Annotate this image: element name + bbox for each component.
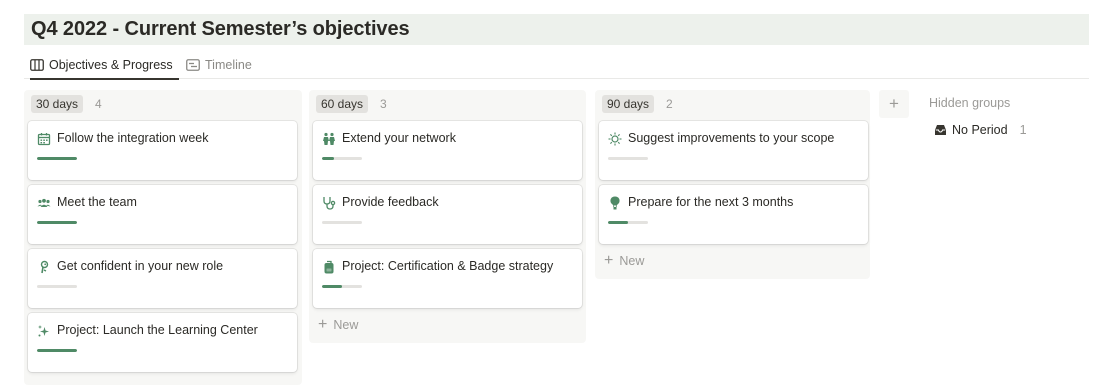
column-label[interactable]: 60 days [316, 95, 369, 113]
page-header: Q4 2022 - Current Semester’s objectives [24, 14, 1089, 45]
people-group-icon [37, 198, 51, 207]
progress-fill [322, 285, 342, 288]
column-header: 60 days 3 [316, 95, 387, 113]
progress-bar [37, 349, 77, 352]
card-prepare-next-3-months[interactable]: Prepare for the next 3 months [599, 185, 868, 244]
progress-fill [608, 221, 628, 224]
plus-icon: + [889, 94, 899, 113]
plus-icon: + [318, 316, 328, 333]
tab-label: Objectives & Progress [49, 57, 173, 72]
sun-icon [608, 132, 622, 146]
new-card-button[interactable]: + New [318, 316, 359, 333]
timeline-icon [186, 58, 200, 71]
two-people-icon [323, 132, 335, 145]
progress-bar [37, 221, 77, 224]
sparkles-icon [38, 325, 49, 337]
progress-bar [322, 157, 362, 160]
card-provide-feedback[interactable]: Provide feedback [313, 185, 582, 244]
progress-fill [37, 349, 77, 352]
add-group-button[interactable]: + [879, 90, 909, 118]
column-count: 2 [666, 97, 673, 111]
card-title: Meet the team [57, 195, 137, 209]
view-tabs: Objectives & Progress Timeline [24, 50, 1089, 80]
card-meet-the-team[interactable]: Meet the team [28, 185, 297, 244]
tab-objectives-progress[interactable]: Objectives & Progress [30, 50, 179, 80]
card-title: Extend your network [342, 131, 456, 145]
plus-icon: + [604, 252, 614, 269]
progress-bar [37, 157, 77, 160]
progress-bar [322, 285, 362, 288]
backpack-icon [324, 260, 334, 274]
tab-label: Timeline [205, 57, 252, 72]
progress-bar [608, 157, 648, 160]
new-card-button[interactable]: + New [604, 252, 645, 269]
board-column-60-days: 60 days 3 Extend your network Provide fe… [309, 90, 586, 343]
card-title: Project: Launch the Learning Center [57, 323, 258, 337]
calendar-icon [37, 133, 51, 146]
card-title: Prepare for the next 3 months [628, 195, 794, 209]
progress-bar [608, 221, 648, 224]
hot-air-balloon-icon [610, 196, 620, 210]
card-follow-integration-week[interactable]: Follow the integration week [28, 121, 297, 180]
card-launch-learning-center[interactable]: Project: Launch the Learning Center [28, 313, 297, 372]
column-label[interactable]: 30 days [31, 95, 84, 113]
progress-fill [37, 157, 77, 160]
column-count: 4 [95, 97, 102, 111]
hidden-group-no-period[interactable]: No Period 1 [934, 123, 1027, 137]
card-title: Suggest improvements to your scope [628, 131, 835, 145]
hidden-groups-label: Hidden groups [929, 96, 1011, 110]
column-header: 90 days 2 [602, 95, 673, 113]
new-label: New [619, 254, 645, 268]
card-title: Get confident in your new role [57, 259, 224, 273]
card-title: Project: Certification & Badge strategy [342, 259, 554, 273]
column-label[interactable]: 90 days [602, 95, 655, 113]
progress-fill [37, 221, 77, 224]
new-label: New [333, 318, 359, 332]
column-count: 3 [380, 97, 387, 111]
card-get-confident[interactable]: Get confident in your new role [28, 249, 297, 308]
column-header: 30 days 4 [31, 95, 102, 113]
card-extend-network[interactable]: Extend your network [313, 121, 582, 180]
progress-fill [322, 157, 334, 160]
card-title: Follow the integration week [57, 131, 209, 145]
card-title: Provide feedback [342, 195, 439, 209]
board-column-30-days: 30 days 4 Follow the integration week Me… [24, 90, 302, 385]
board-column-90-days: 90 days 2 Suggest improvements to your s… [595, 90, 870, 279]
hidden-group-count: 1 [1019, 123, 1027, 137]
hidden-group-label: No Period [952, 123, 1008, 137]
progress-bar [322, 221, 362, 224]
tab-timeline[interactable]: Timeline [186, 50, 252, 79]
progress-bar [37, 285, 77, 288]
inbox-icon [935, 125, 946, 135]
card-certification-badge-strategy[interactable]: Project: Certification & Badge strategy [313, 249, 582, 308]
figure-icon [40, 260, 49, 274]
card-suggest-improvements[interactable]: Suggest improvements to your scope [599, 121, 868, 180]
stethoscope-icon [323, 197, 336, 210]
board-icon [30, 58, 44, 71]
page-title[interactable]: Q4 2022 - Current Semester’s objectives [31, 14, 1089, 45]
